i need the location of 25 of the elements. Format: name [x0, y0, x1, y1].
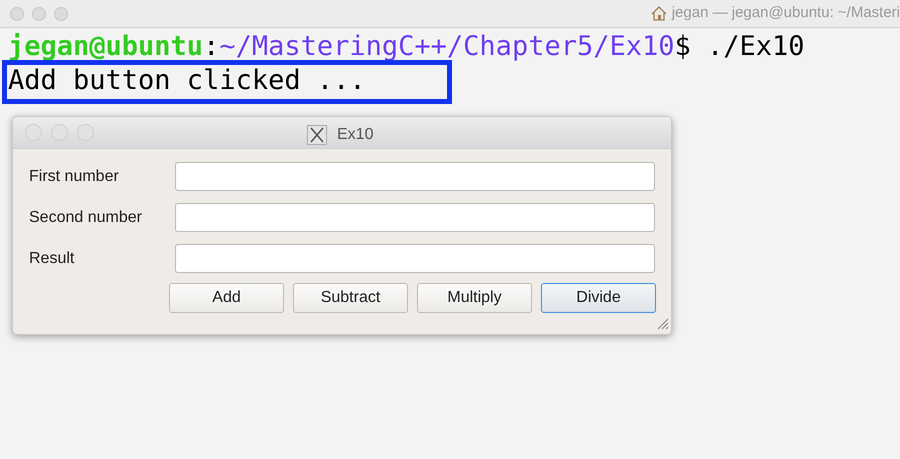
window-control-icon[interactable] — [51, 124, 68, 141]
multiply-button[interactable]: Multiply — [417, 283, 532, 313]
output-text: Add button clicked ... — [8, 65, 366, 96]
dialog-title: Ex10 — [337, 125, 374, 145]
home-icon — [650, 6, 667, 21]
field-label: Second number — [29, 208, 143, 228]
input-field[interactable] — [175, 244, 655, 273]
x-logo-icon — [307, 125, 327, 145]
window-control-icon[interactable] — [10, 6, 24, 20]
subtract-button[interactable]: Subtract — [293, 283, 408, 313]
input-field[interactable] — [175, 203, 655, 232]
window-title: jegan — jegan@ubuntu: ~/Masteri — [672, 3, 900, 24]
window-control-icon[interactable] — [54, 6, 68, 20]
window-control-icon[interactable] — [25, 124, 42, 141]
window-control-icon[interactable] — [77, 124, 94, 141]
command-text: $ ./Ex10 — [674, 30, 805, 64]
field-label: First number — [29, 166, 120, 186]
input-field[interactable] — [175, 162, 655, 191]
divide-button[interactable]: Divide — [541, 283, 656, 313]
add-button[interactable]: Add — [169, 283, 284, 313]
prompt-separator: : — [203, 30, 220, 64]
prompt-user: jegan@ubuntu — [8, 30, 204, 64]
window-control-icon[interactable] — [32, 6, 46, 20]
prompt-path: ~/MasteringC++/Chapter5/Ex10 — [219, 30, 674, 64]
field-label: Result — [29, 248, 76, 268]
